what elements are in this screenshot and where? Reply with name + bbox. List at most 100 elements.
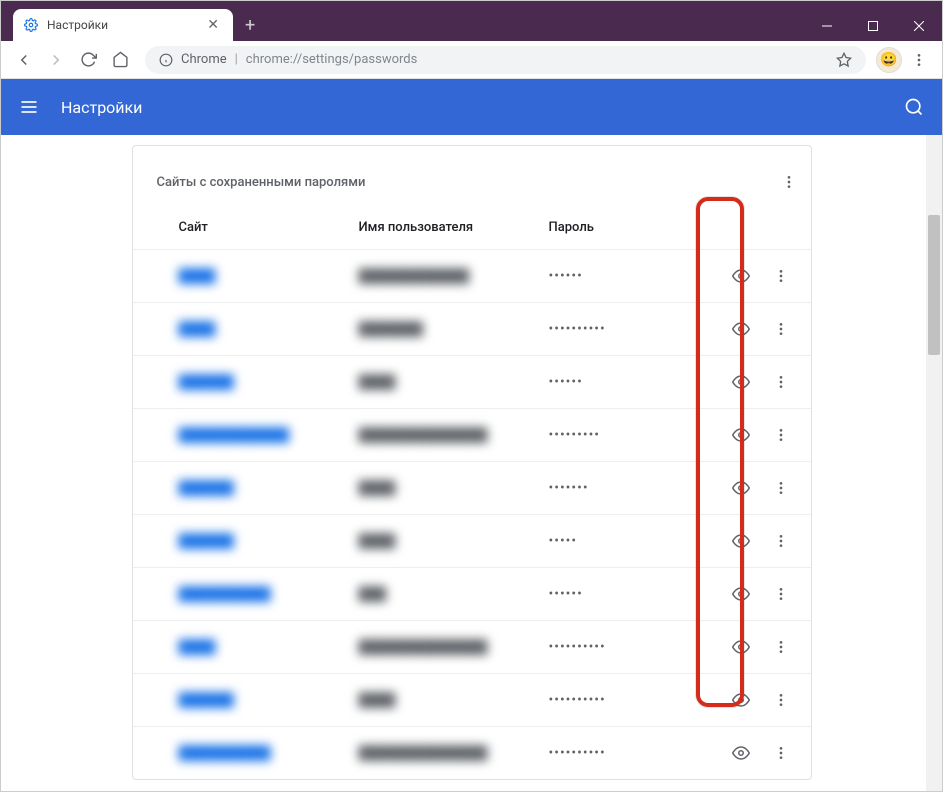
show-password-button[interactable] [723,576,759,612]
menu-icon[interactable] [19,97,39,117]
site-link[interactable]: ██████████ [179,745,359,761]
row-menu-button[interactable] [763,311,799,347]
card-title: Сайты с сохраненными паролями [157,175,771,190]
row-menu-button[interactable] [763,523,799,559]
close-button[interactable] [896,11,942,41]
username-value: ████ [359,692,549,708]
row-actions [723,311,799,347]
column-username: Имя пользователя [359,220,549,235]
password-row: █████████████•••••• [133,567,811,620]
site-link[interactable]: ██████ [179,374,359,390]
row-actions [723,417,799,453]
password-row: ███████████•••••••••• [133,302,811,355]
gear-icon [23,17,39,33]
password-row: ██████████████████████████••••••••• [133,408,811,461]
back-button[interactable] [9,45,39,75]
column-password: Пароль [549,220,799,235]
show-password-button[interactable] [723,311,759,347]
site-link[interactable]: ████ [179,321,359,337]
browser-tab[interactable]: Настройки ✕ [13,9,233,41]
forward-button[interactable] [41,45,71,75]
home-button[interactable] [105,45,135,75]
username-value: ██████████████ [359,639,549,655]
row-menu-button[interactable] [763,364,799,400]
chrome-menu-button[interactable] [904,52,934,68]
username-value: ███████ [359,321,549,337]
table-header: Сайт Имя пользователя Пароль [133,212,811,249]
passwords-list: ████████████████••••••███████████•••••••… [133,249,811,779]
username-value: ████ [359,374,549,390]
tab-close-button[interactable]: ✕ [203,15,223,35]
tabstrip: Настройки ✕ + [1,1,804,41]
row-actions [723,523,799,559]
page-content: Настройки Сайты с сохраненными паролями … [1,79,942,791]
password-value: •••••••••• [549,639,679,655]
browser-toolbar: Chrome | chrome://settings/passwords 😀 [1,41,942,79]
row-menu-button[interactable] [763,735,799,771]
settings-body: Сайты с сохраненными паролями Сайт Имя п… [1,135,942,791]
username-value: ██████████████ [359,745,549,761]
site-link[interactable]: ██████ [179,533,359,549]
show-password-button[interactable] [723,735,759,771]
password-value: ••••• [549,533,679,549]
show-password-button[interactable] [723,364,759,400]
password-value: ••••••• [549,480,679,496]
row-menu-button[interactable] [763,417,799,453]
maximize-button[interactable] [850,11,896,41]
show-password-button[interactable] [723,523,759,559]
tab-title: Настройки [47,18,195,32]
site-link[interactable]: ██████████ [179,586,359,602]
password-row: ██████████••••••• [133,461,811,514]
site-link[interactable]: ████████████ [179,427,359,443]
show-password-button[interactable] [723,258,759,294]
row-menu-button[interactable] [763,682,799,718]
site-link[interactable]: ██████ [179,480,359,496]
window-controls [804,11,942,41]
scrollbar-thumb[interactable] [928,215,940,355]
password-value: •••••• [549,268,679,284]
show-password-button[interactable] [723,417,759,453]
password-value: •••••••••• [549,692,679,708]
username-value: ████ [359,480,549,496]
new-tab-button[interactable]: + [233,9,267,41]
row-actions [723,682,799,718]
password-value: •••••• [549,586,679,602]
row-menu-button[interactable] [763,629,799,665]
row-menu-button[interactable] [763,258,799,294]
password-row: ████████████████•••••• [133,249,811,302]
site-info-icon[interactable] [159,53,173,67]
reload-button[interactable] [73,45,103,75]
password-row: ██████████████████•••••••••• [133,620,811,673]
site-link[interactable]: ████ [179,268,359,284]
row-menu-button[interactable] [763,470,799,506]
column-site: Сайт [179,220,359,235]
search-icon[interactable] [904,97,924,117]
scrollbar[interactable] [926,135,942,791]
site-link[interactable]: ████ [179,639,359,655]
browser-window: Настройки ✕ + Chrome | chrome://settings… [0,0,943,792]
minimize-button[interactable] [804,11,850,41]
username-value: ███ [359,586,549,602]
password-row: ██████████••••• [133,514,811,567]
row-actions [723,629,799,665]
row-actions [723,735,799,771]
url-origin: Chrome [181,52,227,67]
profile-button[interactable]: 😀 [876,47,902,73]
row-actions [723,470,799,506]
show-password-button[interactable] [723,470,759,506]
password-value: •••••••••• [549,321,679,337]
show-password-button[interactable] [723,629,759,665]
url-divider: | [235,52,238,67]
password-value: ••••••••• [549,427,679,443]
address-bar[interactable]: Chrome | chrome://settings/passwords [145,46,866,74]
url-path: chrome://settings/passwords [246,52,418,67]
card-header: Сайты с сохраненными паролями [133,156,811,212]
row-menu-button[interactable] [763,576,799,612]
page-title: Настройки [61,98,904,117]
bookmark-star-icon[interactable] [836,52,852,68]
card-menu-button[interactable] [771,164,807,200]
settings-header: Настройки [1,79,942,135]
site-link[interactable]: ██████ [179,692,359,708]
show-password-button[interactable] [723,682,759,718]
row-actions [723,576,799,612]
